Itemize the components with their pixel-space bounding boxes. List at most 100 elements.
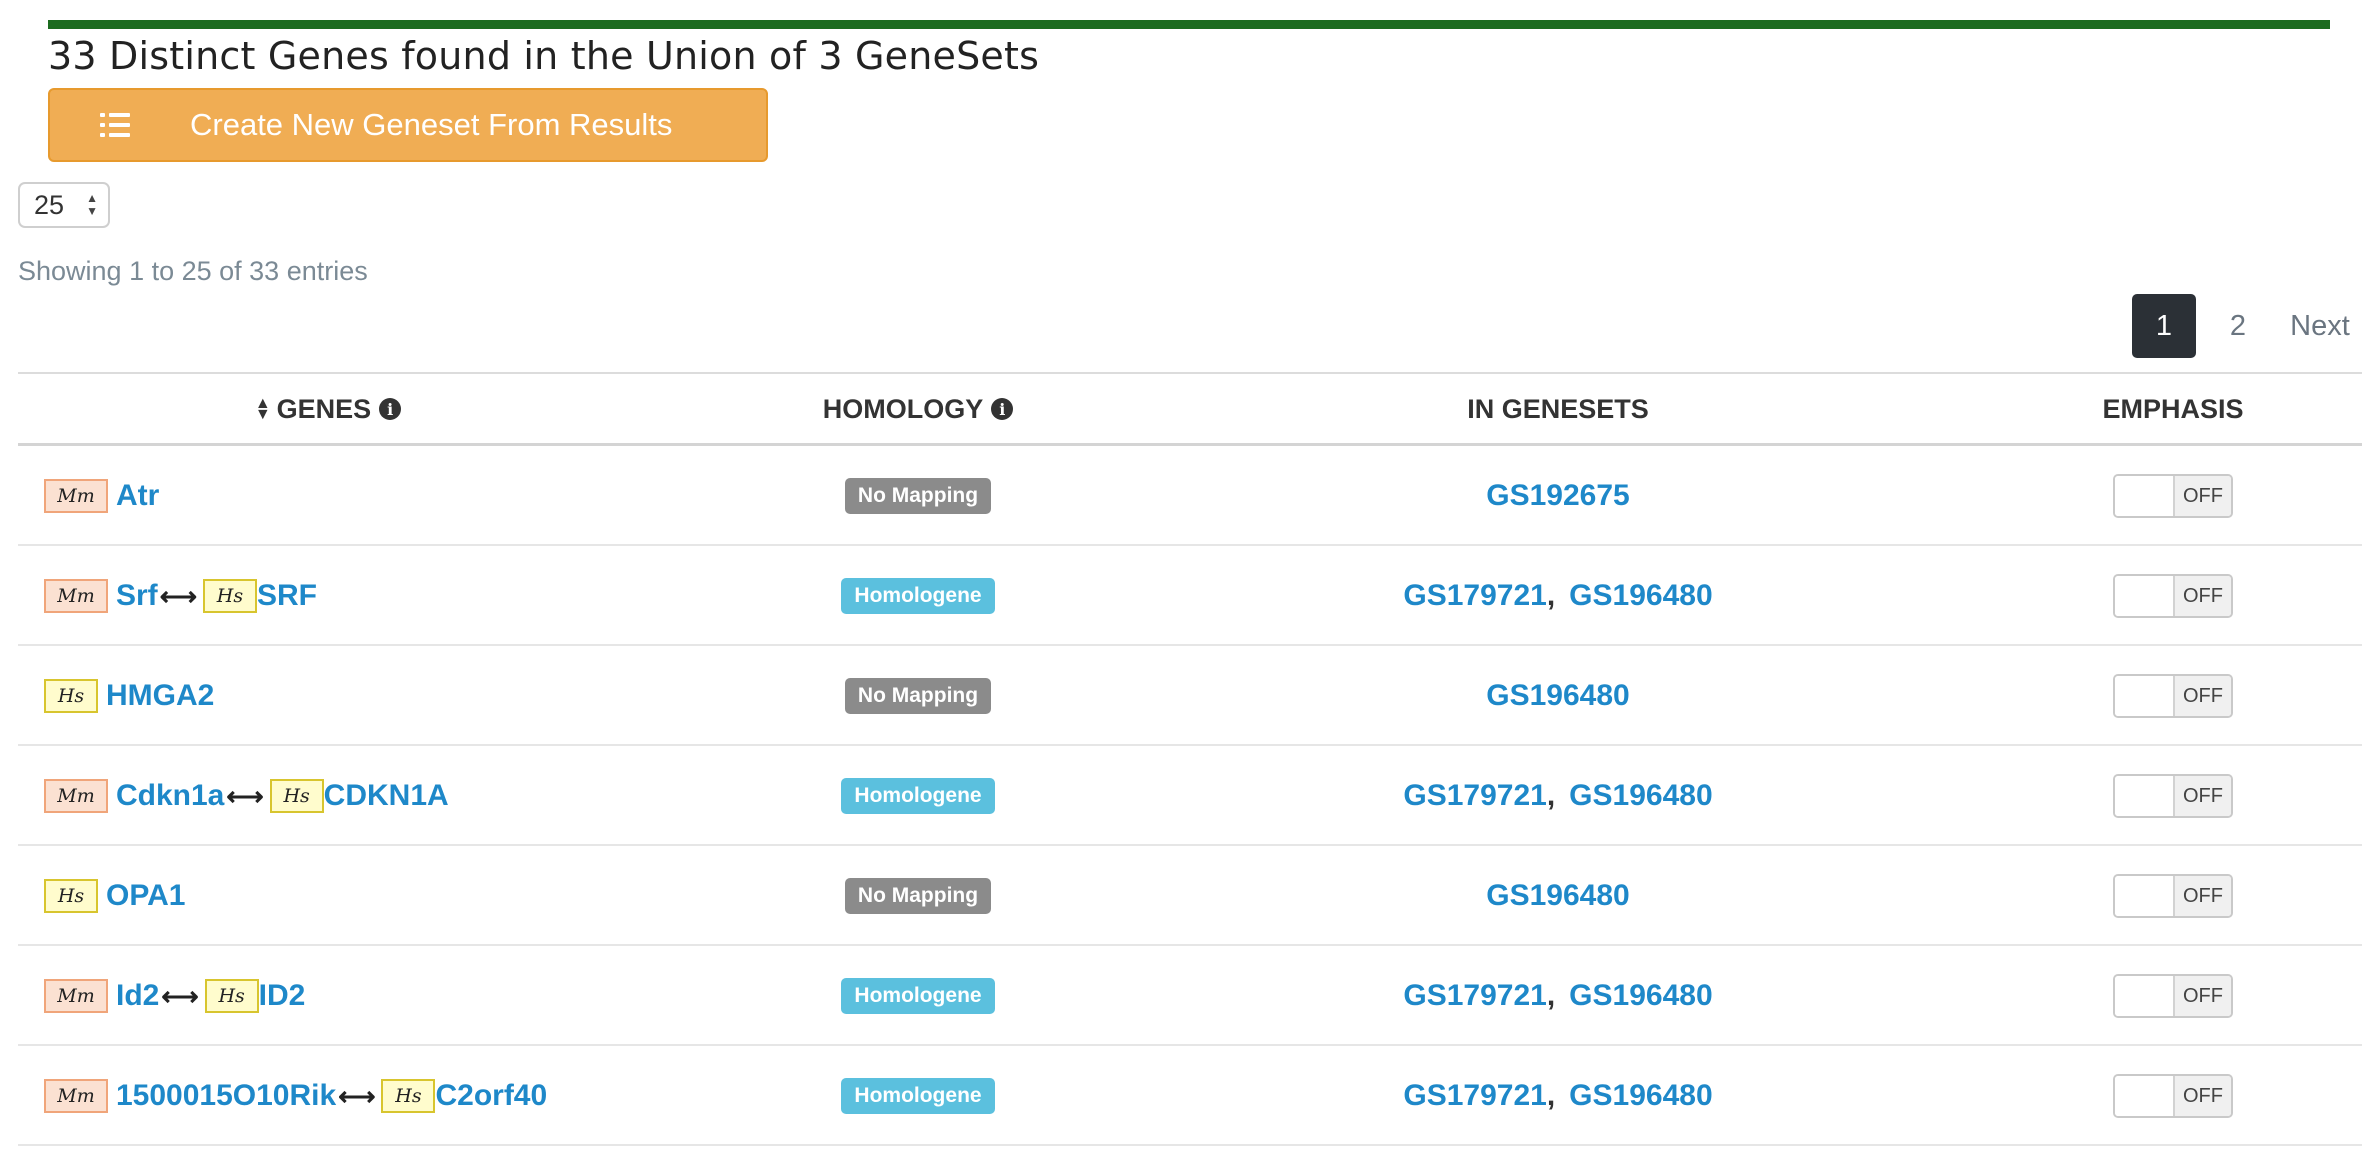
genesets-cell: GS179721, GS196480 bbox=[1238, 546, 1878, 646]
homology-column-header: HOMOLOGY i bbox=[598, 374, 1238, 444]
gene-link[interactable]: HMGA2 bbox=[106, 679, 214, 713]
select-arrows-icon: ▲ ▼ bbox=[86, 191, 98, 218]
geneset-link[interactable]: GS196480 bbox=[1486, 679, 1629, 713]
toggle-knob bbox=[2115, 476, 2175, 516]
homology-cell: Homologene bbox=[598, 946, 1238, 1046]
species-tag: Mm bbox=[44, 579, 108, 613]
gene-link[interactable]: C2orf40 bbox=[435, 1079, 547, 1113]
geneset-separator: , bbox=[1546, 979, 1556, 1012]
pagination-page-2[interactable]: 2 bbox=[2214, 294, 2262, 358]
geneset-link[interactable]: GS179721 bbox=[1403, 1079, 1546, 1113]
homology-badge: No Mapping bbox=[844, 878, 992, 914]
homology-badge: Homologene bbox=[841, 578, 995, 614]
toggle-knob bbox=[2115, 576, 2175, 616]
homology-arrow-icon: ⟷ bbox=[159, 580, 197, 611]
species-tag: Hs bbox=[381, 1079, 436, 1113]
emphasis-cell: OFF bbox=[2103, 746, 2243, 846]
emphasis-cell: OFF bbox=[2103, 446, 2243, 546]
species-tag: Mm bbox=[44, 779, 108, 813]
homology-arrow-icon: ⟷ bbox=[338, 1080, 376, 1111]
species-tag: Hs bbox=[44, 679, 98, 713]
species-tag: Hs bbox=[44, 879, 98, 913]
geneset-separator: , bbox=[1546, 1079, 1556, 1112]
emphasis-toggle[interactable]: OFF bbox=[2113, 874, 2233, 918]
toggle-knob bbox=[2115, 876, 2175, 916]
gene-link[interactable]: 1500015O10Rik bbox=[116, 1079, 336, 1113]
page-title: 33 Distinct Genes found in the Union of … bbox=[48, 34, 1040, 78]
geneset-link[interactable]: GS196480 bbox=[1569, 979, 1712, 1013]
homology-header-label: HOMOLOGY bbox=[822, 393, 984, 424]
gene-cell: Mm Srf ⟷ Hs SRF bbox=[44, 546, 317, 646]
homology-arrow-icon: ⟷ bbox=[226, 780, 264, 811]
homology-arrow-icon: ⟷ bbox=[161, 980, 199, 1011]
ingenesets-column-header: IN GENESETS bbox=[1238, 374, 1878, 444]
geneset-link[interactable]: GS179721 bbox=[1403, 579, 1546, 613]
top-accent-bar bbox=[48, 20, 2330, 29]
table-row: Mm Cdkn1a ⟷ Hs CDKN1A Homologene GS179721, GS19… bbox=[18, 746, 2362, 846]
gene-link[interactable]: Atr bbox=[116, 479, 159, 513]
genesets-cell: GS179721, GS196480 bbox=[1238, 946, 1878, 1046]
emphasis-toggle[interactable]: OFF bbox=[2113, 974, 2233, 1018]
genesets-cell: GS196480 bbox=[1238, 646, 1878, 746]
emphasis-cell: OFF bbox=[2103, 846, 2243, 946]
toggle-knob bbox=[2115, 776, 2175, 816]
list-icon bbox=[100, 112, 130, 138]
emphasis-cell: OFF bbox=[2103, 646, 2243, 746]
homology-badge: Homologene bbox=[841, 1078, 995, 1114]
emphasis-toggle[interactable]: OFF bbox=[2113, 674, 2233, 718]
genes-header-label: GENES bbox=[276, 393, 372, 424]
species-tag: Hs bbox=[202, 579, 257, 613]
table-header: ▲ ▼ GENES i HOMOLOGY i IN GENESETS EMPHAS… bbox=[18, 372, 2362, 446]
genes-column-header[interactable]: ▲ ▼ GENES i bbox=[18, 374, 638, 444]
species-tag: Mm bbox=[44, 979, 108, 1013]
gene-link[interactable]: SRF bbox=[257, 579, 317, 613]
emphasis-toggle[interactable]: OFF bbox=[2113, 1074, 2233, 1118]
geneset-link[interactable]: GS196480 bbox=[1569, 579, 1712, 613]
geneset-link[interactable]: GS196480 bbox=[1569, 1079, 1712, 1113]
geneset-link[interactable]: GS196480 bbox=[1486, 879, 1629, 913]
homology-cell: Homologene bbox=[598, 546, 1238, 646]
info-icon[interactable]: i bbox=[379, 398, 402, 420]
geneset-separator: , bbox=[1546, 579, 1556, 612]
sort-icon: ▲ ▼ bbox=[254, 395, 271, 423]
emphasis-header-label: EMPHASIS bbox=[2102, 393, 2244, 424]
species-tag: Hs bbox=[204, 979, 259, 1013]
emphasis-cell: OFF bbox=[2103, 1046, 2243, 1146]
species-tag: Hs bbox=[269, 779, 324, 813]
homology-badge: Homologene bbox=[841, 778, 995, 814]
gene-link[interactable]: ID2 bbox=[259, 979, 306, 1013]
toggle-label: OFF bbox=[2175, 976, 2231, 1016]
page-length-value: 25 bbox=[34, 189, 65, 220]
ingenesets-header-label: IN GENESETS bbox=[1467, 393, 1649, 424]
geneset-link[interactable]: GS192675 bbox=[1486, 479, 1629, 513]
toggle-label: OFF bbox=[2175, 876, 2231, 916]
homology-cell: Homologene bbox=[598, 1046, 1238, 1146]
toggle-knob bbox=[2115, 976, 2175, 1016]
emphasis-toggle[interactable]: OFF bbox=[2113, 574, 2233, 618]
table-row: Mm Atr No Mapping GS192675 OFF bbox=[18, 446, 2362, 546]
gene-link[interactable]: CDKN1A bbox=[324, 779, 449, 813]
gene-link[interactable]: OPA1 bbox=[106, 879, 185, 913]
toggle-knob bbox=[2115, 676, 2175, 716]
geneset-link[interactable]: GS179721 bbox=[1403, 979, 1546, 1013]
pagination-page-1[interactable]: 1 bbox=[2132, 294, 2196, 358]
page-length-select[interactable]: 25 ▲ ▼ bbox=[18, 182, 110, 228]
table-row: Mm Srf ⟷ Hs SRF Homologene GS179721, GS196480 OF… bbox=[18, 546, 2362, 646]
create-geneset-button[interactable]: Create New Geneset From Results bbox=[48, 88, 768, 162]
pagination-next[interactable]: Next bbox=[2280, 294, 2360, 358]
geneset-link[interactable]: GS179721 bbox=[1403, 779, 1546, 813]
gene-link[interactable]: Id2 bbox=[116, 979, 159, 1013]
gene-link[interactable]: Srf bbox=[116, 579, 158, 613]
toggle-label: OFF bbox=[2175, 476, 2231, 516]
homology-cell: Homologene bbox=[598, 746, 1238, 846]
species-tag: Mm bbox=[44, 1079, 108, 1113]
geneset-link[interactable]: GS196480 bbox=[1569, 779, 1712, 813]
table-row: Mm Id2 ⟷ Hs ID2 Homologene GS179721, GS196480 OF… bbox=[18, 946, 2362, 1046]
info-icon[interactable]: i bbox=[991, 398, 1014, 420]
homology-badge: Homologene bbox=[841, 978, 995, 1014]
emphasis-toggle[interactable]: OFF bbox=[2113, 774, 2233, 818]
table-row: Mm 1500015O10Rik ⟷ Hs C2orf40 Homologene GS179… bbox=[18, 1046, 2362, 1146]
genesets-cell: GS196480 bbox=[1238, 846, 1878, 946]
emphasis-toggle[interactable]: OFF bbox=[2113, 474, 2233, 518]
gene-link[interactable]: Cdkn1a bbox=[116, 779, 224, 813]
